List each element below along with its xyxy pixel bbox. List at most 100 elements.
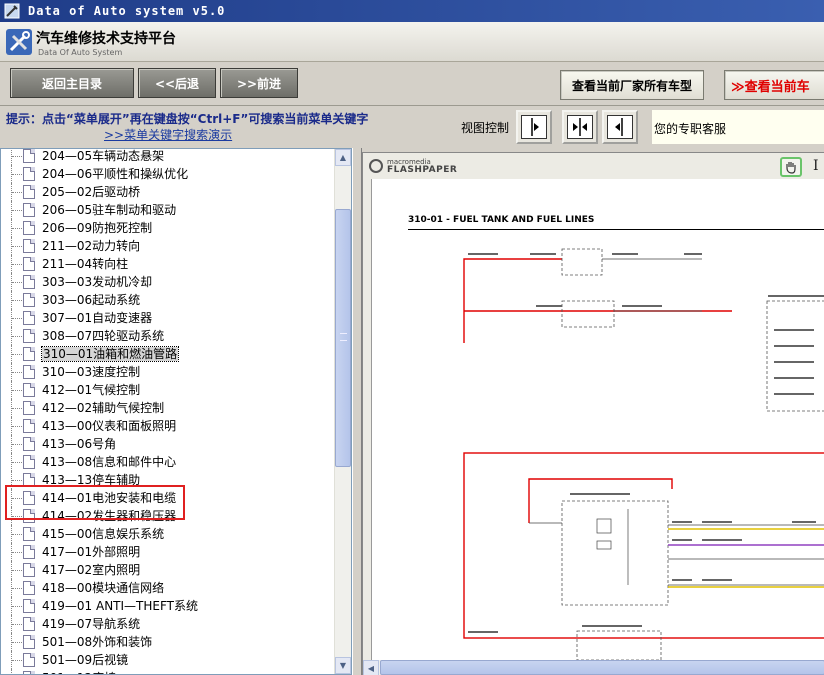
hand-tool-icon[interactable] bbox=[780, 157, 802, 177]
tree-item-label: 417—02室内照明 bbox=[42, 563, 141, 577]
tree-item[interactable]: 412—02辅助气候控制 bbox=[1, 399, 335, 417]
tree-item[interactable]: 501—08外饰和装饰 bbox=[1, 633, 335, 651]
tree-branch bbox=[12, 444, 22, 445]
tree-branch bbox=[12, 534, 22, 535]
tree-item-label: 204—06平顺性和操纵优化 bbox=[42, 167, 189, 181]
scroll-left-icon[interactable]: ◀ bbox=[363, 660, 379, 675]
back-button[interactable]: <<后退 bbox=[138, 68, 216, 98]
viewer-toolbar: macromedia FLASHPAPER I bbox=[363, 153, 824, 179]
document-icon bbox=[23, 455, 35, 469]
tree-item-label: 415—00信息娱乐系统 bbox=[42, 527, 165, 541]
viewer-hscrollbar[interactable]: ◀ bbox=[363, 660, 824, 675]
text-select-icon[interactable]: I bbox=[813, 158, 819, 174]
tree-branch bbox=[12, 282, 22, 283]
document-icon bbox=[23, 293, 35, 307]
document-icon bbox=[23, 527, 35, 541]
document-icon bbox=[23, 257, 35, 271]
highlight-annotation bbox=[5, 485, 185, 520]
tree-item[interactable]: 412—01气候控制 bbox=[1, 381, 335, 399]
tree-item[interactable]: 310—03速度控制 bbox=[1, 363, 335, 381]
tree-branch bbox=[12, 408, 22, 409]
tree-branch bbox=[12, 480, 22, 481]
tree-item[interactable]: 211—04转向柱 bbox=[1, 255, 335, 273]
tree-item[interactable]: 418—00模块通信网络 bbox=[1, 579, 335, 597]
tree-item[interactable]: 501—12座椅 bbox=[1, 669, 335, 674]
tree-item-label: 413—08信息和邮件中心 bbox=[42, 455, 177, 469]
hscroll-thumb[interactable] bbox=[380, 660, 824, 675]
tree-item-label: 205—02后驱动桥 bbox=[42, 185, 141, 199]
app-window: Data of Auto system v5.0 汽车维修技术支持平台 Data… bbox=[0, 0, 824, 675]
tree-item[interactable]: 501—09后视镜 bbox=[1, 651, 335, 669]
view-control-label: 视图控制 bbox=[461, 121, 510, 135]
tree-branch bbox=[12, 462, 22, 463]
home-button[interactable]: 返回主目录 bbox=[10, 68, 134, 98]
tree-branch bbox=[12, 606, 22, 607]
tree-item[interactable]: 308—07四轮驱动系统 bbox=[1, 327, 335, 345]
document-icon bbox=[23, 599, 35, 613]
search-demo-link[interactable]: >>菜单关键字搜索演示 bbox=[104, 126, 232, 143]
tree-item-label: 412—01气候控制 bbox=[42, 383, 141, 397]
tree-item-label: 501—08外饰和装饰 bbox=[42, 635, 153, 649]
forward-button[interactable]: >>前进 bbox=[220, 68, 298, 98]
tree-item-label: 413—00仪表和面板照明 bbox=[42, 419, 177, 433]
document-icon bbox=[23, 311, 35, 325]
tree-item[interactable]: 310—01油箱和燃油管路 bbox=[1, 345, 335, 363]
tree-item[interactable]: 204—05车辆动态悬架 bbox=[1, 149, 335, 165]
tree-item[interactable]: 206—05驻车制动和驱动 bbox=[1, 201, 335, 219]
tree-item-label: 303—06起动系统 bbox=[42, 293, 141, 307]
scroll-thumb[interactable] bbox=[335, 209, 351, 467]
tree-item-label: 211—02动力转向 bbox=[42, 239, 141, 253]
view-split-button[interactable] bbox=[562, 110, 598, 144]
tree-branch bbox=[12, 264, 22, 265]
arrow-right-icon bbox=[521, 115, 547, 139]
tree-item[interactable]: 206—09防抱死控制 bbox=[1, 219, 335, 237]
tree-branch bbox=[12, 552, 22, 553]
tree-item[interactable]: 211—02动力转向 bbox=[1, 237, 335, 255]
current-model-button[interactable]: ≫查看当前车 bbox=[724, 70, 824, 100]
tree-item-label: 206—09防抱死控制 bbox=[42, 221, 153, 235]
tree-scrollbar[interactable]: ▲ ▼ bbox=[334, 149, 351, 674]
document-icon bbox=[23, 581, 35, 595]
split-view-icon bbox=[567, 115, 593, 139]
tree-item-label: 204—05车辆动态悬架 bbox=[42, 149, 165, 163]
app-icon bbox=[4, 3, 20, 19]
view-expand-right-button[interactable] bbox=[516, 110, 552, 144]
tree-branch bbox=[12, 426, 22, 427]
document-icon bbox=[23, 167, 35, 181]
search-hint: 提示：点击“菜单展开”再在键盘按“Ctrl+F”可搜索当前菜单关键字 bbox=[6, 112, 369, 126]
pane-splitter[interactable] bbox=[352, 148, 362, 675]
tree-item[interactable]: 413—08信息和邮件中心 bbox=[1, 453, 335, 471]
tree-item[interactable]: 417—02室内照明 bbox=[1, 561, 335, 579]
scroll-down-icon[interactable]: ▼ bbox=[335, 657, 351, 674]
document-icon bbox=[23, 365, 35, 379]
tree-branch bbox=[12, 318, 22, 319]
tree-item[interactable]: 303—03发动机冷却 bbox=[1, 273, 335, 291]
tree-item-label: 417—01外部照明 bbox=[42, 545, 141, 559]
toolbar: 返回主目录 <<后退 >>前进 查看当前厂家所有车型 ≫查看当前车 bbox=[0, 62, 824, 106]
tree-item[interactable]: 417—01外部照明 bbox=[1, 543, 335, 561]
tree-item-label: 308—07四轮驱动系统 bbox=[42, 329, 165, 343]
tree-list: 204—05车辆动态悬架 204—06平顺性和操纵优化 205—02后驱动桥 206—… bbox=[1, 149, 335, 674]
tree-item[interactable]: 415—00信息娱乐系统 bbox=[1, 525, 335, 543]
tree-item[interactable]: 419—01 ANTI—THEFT系统 bbox=[1, 597, 335, 615]
tree-item[interactable]: 204—06平顺性和操纵优化 bbox=[1, 165, 335, 183]
document-icon bbox=[23, 203, 35, 217]
document-icon bbox=[23, 653, 35, 667]
tree-item-label: 413—06号角 bbox=[42, 437, 117, 451]
tree-item-label: 303—03发动机冷却 bbox=[42, 275, 153, 289]
tree-item[interactable]: 303—06起动系统 bbox=[1, 291, 335, 309]
document-icon bbox=[23, 635, 35, 649]
window-title: Data of Auto system v5.0 bbox=[28, 4, 226, 18]
tree-item[interactable]: 419—07导航系统 bbox=[1, 615, 335, 633]
tree-item[interactable]: 205—02后驱动桥 bbox=[1, 183, 335, 201]
tree-item[interactable]: 307—01自动变速器 bbox=[1, 309, 335, 327]
tree-item-label: 501—09后视镜 bbox=[42, 653, 129, 667]
tree-branch bbox=[12, 390, 22, 391]
document-icon bbox=[23, 347, 35, 361]
view-expand-left-button[interactable] bbox=[602, 110, 638, 144]
tree-item[interactable]: 413—06号角 bbox=[1, 435, 335, 453]
scroll-up-icon[interactable]: ▲ bbox=[335, 149, 351, 166]
tree-item[interactable]: 413—00仪表和面板照明 bbox=[1, 417, 335, 435]
all-models-button[interactable]: 查看当前厂家所有车型 bbox=[560, 70, 704, 100]
tree-item-label: 419—07导航系统 bbox=[42, 617, 141, 631]
